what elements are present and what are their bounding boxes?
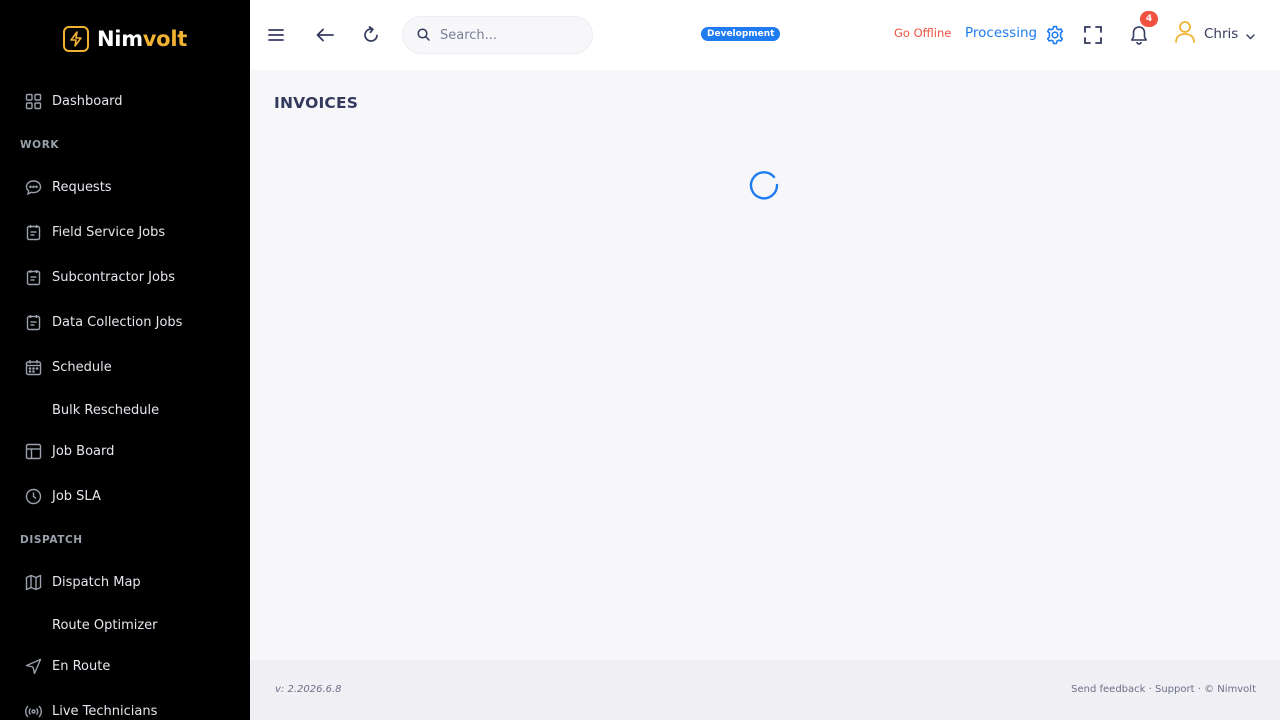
hamburger-menu-icon[interactable] [263, 22, 289, 48]
user-avatar-icon [1174, 20, 1196, 48]
sidebar-item-label: En Route [52, 658, 111, 674]
lightning-bolt-icon [63, 26, 90, 52]
sidebar-item-label: Field Service Jobs [52, 224, 166, 240]
board-icon [24, 442, 42, 460]
footer-links: Send feedback · Support · © Nimvolt [1071, 684, 1256, 695]
footer: v: 2.2026.6.8 Send feedback · Support · … [250, 660, 1280, 720]
search-input[interactable] [440, 27, 570, 43]
sidebar-item-en-route[interactable]: En Route [0, 646, 250, 686]
sidebar-item-label: Dispatch Map [52, 574, 141, 590]
environment-badge: Development [701, 27, 781, 41]
page-title: INVOICES [274, 94, 359, 112]
navigation-icon [24, 657, 42, 675]
sidebar-item-job-sla[interactable]: Job SLA [0, 476, 250, 516]
chat-icon [24, 178, 42, 196]
search-icon [417, 26, 430, 45]
user-menu[interactable]: Chris [1174, 20, 1256, 48]
gear-icon[interactable] [1042, 22, 1068, 48]
broadcast-icon [24, 702, 42, 720]
sidebar-item-dispatch-map[interactable]: Dispatch Map [0, 562, 250, 602]
sidebar-item-label: Data Collection Jobs [52, 314, 183, 330]
version-label: v: 2.2026.6.8 [275, 684, 342, 695]
section-dispatch: DISPATCH [20, 534, 83, 546]
sidebar-item-subcontractor-jobs[interactable]: Subcontractor Jobs [0, 257, 250, 297]
sidebar-item-label: Job SLA [52, 488, 101, 504]
clock-icon [24, 487, 42, 505]
sidebar-item-label: Live Technicians [52, 703, 158, 719]
sidebar-item-label: Schedule [52, 359, 112, 375]
brand-name: Nimvolt [97, 27, 187, 51]
copyright: © Nimvolt [1204, 684, 1256, 695]
chevron-down-icon [1246, 25, 1256, 44]
sidebar-item-live-technicians[interactable]: Live Technicians [0, 691, 250, 720]
sidebar-item-label: Dashboard [52, 93, 123, 109]
support-link[interactable]: Support [1155, 684, 1195, 695]
top-header: Development Go Offline Processing 4 Chri… [250, 0, 1280, 70]
go-offline-button[interactable]: Go Offline [894, 26, 951, 40]
brand[interactable]: Nimvolt [0, 0, 250, 78]
sidebar-item-data-collection-jobs[interactable]: Data Collection Jobs [0, 302, 250, 342]
processing-status[interactable]: Processing [965, 25, 1037, 41]
sidebar-item-route-optimizer[interactable]: Route Optimizer [0, 605, 250, 645]
refresh-icon[interactable] [358, 22, 384, 48]
sidebar-item-schedule[interactable]: Schedule [0, 347, 250, 387]
user-name: Chris [1204, 26, 1239, 42]
sidebar-item-label: Job Board [52, 443, 115, 459]
clipboard-icon [24, 223, 42, 241]
send-feedback-link[interactable]: Send feedback [1071, 684, 1145, 695]
section-work: WORK [20, 139, 60, 151]
sidebar: Nimvolt Dashboard WORK Requests Field Se… [0, 0, 250, 720]
notification-count-badge: 4 [1140, 11, 1158, 27]
sidebar-item-field-service-jobs[interactable]: Field Service Jobs [0, 212, 250, 252]
sidebar-item-bulk-reschedule[interactable]: Bulk Reschedule [0, 390, 250, 430]
sidebar-item-label: Bulk Reschedule [52, 402, 160, 418]
clipboard-icon [24, 268, 42, 286]
sidebar-item-requests[interactable]: Requests [0, 167, 250, 207]
brand-logo[interactable]: Nimvolt [63, 26, 187, 52]
back-arrow-icon[interactable] [312, 22, 338, 48]
calendar-icon [24, 358, 42, 376]
loading-spinner-icon [748, 169, 780, 201]
sidebar-item-label: Subcontractor Jobs [52, 269, 175, 285]
sidebar-item-label: Route Optimizer [52, 617, 158, 633]
map-icon [24, 573, 42, 591]
sidebar-item-dashboard[interactable]: Dashboard [0, 81, 250, 121]
search-box[interactable] [402, 16, 593, 54]
fullscreen-icon[interactable] [1080, 22, 1106, 48]
sidebar-item-label: Requests [52, 179, 112, 195]
grid-icon [24, 92, 42, 110]
clipboard-icon [24, 313, 42, 331]
sidebar-item-job-board[interactable]: Job Board [0, 431, 250, 471]
